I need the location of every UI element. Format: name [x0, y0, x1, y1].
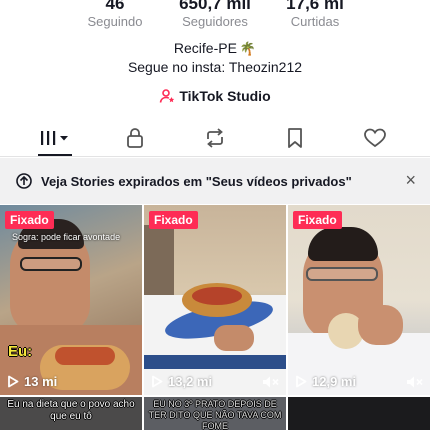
- play-icon: [296, 375, 307, 388]
- pinned-badge: Fixado: [149, 211, 198, 229]
- likes-count: 17,6 mi: [286, 0, 344, 13]
- tab-videos[interactable]: [30, 122, 80, 156]
- video-thumbnail-1[interactable]: Fixado Sogra: pode ficar avontade Eu: 13…: [0, 205, 142, 395]
- tab-favorites[interactable]: [270, 122, 320, 154]
- view-count-value: 13 mi: [24, 374, 58, 389]
- following-label: Seguindo: [87, 14, 143, 29]
- stat-likes: 17,6 mi Curtidas: [260, 0, 370, 30]
- person-star-icon: [160, 89, 175, 103]
- video-overlay-caption: Sogra: pode ficar avontade: [12, 232, 121, 242]
- heart-icon: [364, 128, 386, 148]
- expired-stories-banner[interactable]: Veja Stories expirados em "Seus vídeos p…: [0, 158, 430, 204]
- video-sticker-text: Eu:: [8, 343, 33, 360]
- video-grid: Fixado Sogra: pode ficar avontade Eu: 13…: [0, 205, 430, 430]
- followers-label: Seguidores: [182, 14, 248, 29]
- bio-line-1: Recife-PE: [173, 40, 237, 56]
- video-caption: Eu na dieta que o povo acho que eu tô: [7, 399, 135, 422]
- view-count: 13,2 mi: [151, 374, 212, 389]
- view-count-value: 12,9 mi: [312, 374, 357, 389]
- followers-count: 650,7 mil: [179, 0, 251, 13]
- tab-reposts[interactable]: [190, 122, 240, 154]
- likes-label: Curtidas: [290, 14, 340, 29]
- muted-icon: [263, 376, 279, 388]
- view-count: 13 mi: [7, 374, 57, 389]
- story-add-icon: [16, 173, 32, 189]
- video-thumbnail-6[interactable]: [288, 397, 430, 430]
- close-icon[interactable]: ×: [405, 170, 416, 190]
- tiktok-studio-link[interactable]: TikTok Studio: [0, 88, 430, 104]
- tab-liked[interactable]: [350, 122, 400, 154]
- following-count: 46: [105, 0, 125, 13]
- stat-following[interactable]: 46 Seguindo: [60, 0, 170, 30]
- tab-divider: [0, 156, 430, 157]
- view-count-value: 13,2 mi: [168, 374, 213, 389]
- video-thumbnail-4[interactable]: Eu na dieta que o povo acho que eu tô: [0, 397, 142, 430]
- muted-icon: [407, 376, 423, 388]
- stat-followers[interactable]: 650,7 mil Seguidores: [160, 0, 270, 30]
- video-caption: EU NO 3º PRATO DEPOIS DE TER DITO QUE NÃ…: [148, 399, 282, 430]
- profile-tabs: [0, 122, 430, 156]
- pinned-badge: Fixado: [5, 211, 54, 229]
- play-icon: [8, 375, 19, 388]
- profile-stats: 46 Seguindo 650,7 mil Seguidores 17,6 mi…: [0, 0, 430, 34]
- play-icon: [152, 375, 163, 388]
- banner-text: Veja Stories expirados em "Seus vídeos p…: [41, 174, 352, 189]
- tab-private[interactable]: [110, 122, 160, 154]
- lock-icon: [127, 128, 143, 148]
- view-count: 12,9 mi: [295, 374, 356, 389]
- bio-line-2: Segue no insta: Theozin212: [127, 59, 303, 75]
- pinned-badge: Fixado: [293, 211, 342, 229]
- video-thumbnail-5[interactable]: EU NO 3º PRATO DEPOIS DE TER DITO QUE NÃ…: [144, 397, 286, 430]
- video-thumbnail-2[interactable]: Fixado 13,2 mi: [144, 205, 286, 395]
- bookmark-icon: [288, 128, 302, 148]
- tiktok-studio-label: TikTok Studio: [179, 88, 271, 104]
- video-thumbnail-3[interactable]: Fixado 12,9 mi: [288, 205, 430, 395]
- palm-tree-icon: 🌴: [239, 41, 257, 56]
- bio-location: Recife-PE 🌴: [0, 40, 430, 57]
- bars-dropdown-icon: [41, 131, 68, 145]
- repost-icon: [207, 128, 223, 148]
